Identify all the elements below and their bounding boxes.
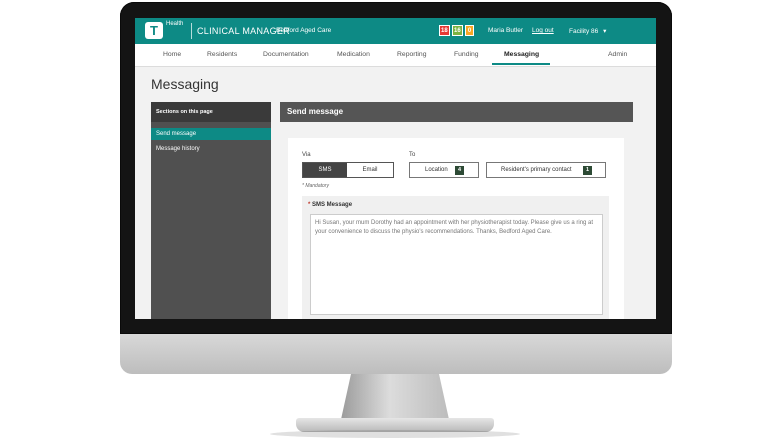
- main-nav: Home Residents Documentation Medication …: [135, 44, 656, 67]
- via-label: Via: [302, 152, 311, 158]
- sidebar-title: Sections on this page: [156, 109, 213, 115]
- panel-title: Send message: [287, 107, 344, 116]
- sms-label-text: SMS Message: [312, 202, 353, 208]
- active-tab-indicator: [492, 63, 550, 65]
- mandatory-note: * Mandatory: [302, 183, 329, 189]
- nav-messaging[interactable]: Messaging: [504, 51, 539, 58]
- required-asterisk: *: [308, 202, 311, 208]
- via-email-option[interactable]: Email: [347, 163, 393, 177]
- nav-medication[interactable]: Medication: [337, 51, 370, 58]
- to-location-label: Location: [425, 167, 448, 173]
- monitor-stand-neck: [340, 374, 450, 424]
- panel-header: Send message: [280, 102, 633, 122]
- message-form: Via SMS Email To Location 4 Resident's p…: [288, 138, 624, 319]
- alert-badge-red[interactable]: 18: [439, 25, 450, 36]
- sms-message-textarea[interactable]: Hi Susan, your mum Dorothy had an appoin…: [310, 214, 603, 315]
- via-sms-option[interactable]: SMS: [303, 163, 347, 177]
- nav-home[interactable]: Home: [163, 51, 181, 58]
- to-label: To: [409, 152, 416, 158]
- facility-select-label: Facility 86: [569, 28, 599, 35]
- nav-reporting[interactable]: Reporting: [397, 51, 426, 58]
- primary-contact-count-badge: 1: [583, 166, 592, 175]
- nav-funding[interactable]: Funding: [454, 51, 479, 58]
- nav-residents[interactable]: Residents: [207, 51, 237, 58]
- sidebar-item-send-message[interactable]: Send message: [151, 128, 271, 140]
- to-location-button[interactable]: Location 4: [409, 162, 479, 178]
- sidebar-item-message-history[interactable]: Message history: [151, 143, 271, 155]
- facility-select[interactable]: Facility 86 ▾: [569, 27, 606, 35]
- nav-admin[interactable]: Admin: [608, 51, 627, 58]
- screen: T Health CLINICAL MANAGER Bedford Aged C…: [135, 18, 656, 319]
- via-toggle: SMS Email: [302, 162, 394, 178]
- alert-badge-yellow[interactable]: 0: [465, 25, 474, 36]
- to-primary-contact-button[interactable]: Resident's primary contact 1: [486, 162, 606, 178]
- header-divider: [191, 23, 192, 39]
- location-count-badge: 4: [455, 166, 464, 175]
- page-title: Messaging: [151, 76, 219, 92]
- send-message-panel: Send message Via SMS Email To Location 4…: [280, 102, 633, 319]
- brand-logo-icon[interactable]: T: [145, 22, 163, 39]
- brand-word: Health: [166, 21, 184, 27]
- monitor-shadow: [270, 430, 520, 438]
- sms-message-section: * SMS Message Hi Susan, your mum Dorothy…: [302, 196, 609, 319]
- alert-badge-green[interactable]: 16: [452, 25, 463, 36]
- facility-name: Bedford Aged Care: [276, 27, 332, 34]
- top-bar: T Health CLINICAL MANAGER Bedford Aged C…: [135, 18, 656, 44]
- to-primary-contact-label: Resident's primary contact: [501, 167, 572, 173]
- monitor-chin: [120, 334, 672, 374]
- section-sidebar: Sections on this page Send message Messa…: [151, 102, 271, 319]
- sidebar-header: Sections on this page: [151, 102, 271, 122]
- logout-link[interactable]: Log out: [532, 27, 554, 34]
- chevron-down-icon: ▾: [603, 28, 607, 35]
- user-name: Maria Butler: [488, 27, 524, 34]
- sms-message-label: * SMS Message: [308, 202, 352, 208]
- nav-documentation[interactable]: Documentation: [263, 51, 309, 58]
